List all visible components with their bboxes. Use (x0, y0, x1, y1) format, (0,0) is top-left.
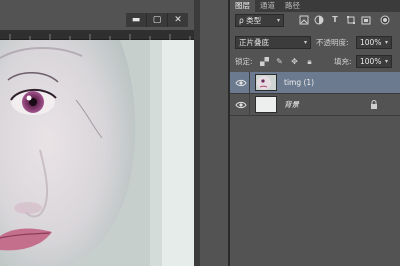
horizontal-ruler[interactable] (0, 30, 194, 40)
panel-tabs: 图层 通道 路径 (230, 0, 400, 12)
chevron-down-icon: ▾ (384, 58, 388, 65)
document-canvas[interactable] (0, 40, 194, 266)
eye-icon[interactable] (235, 100, 247, 110)
visibility-divider (249, 72, 250, 94)
filter-pixel-icon[interactable] (299, 15, 309, 25)
portrait-image (0, 40, 194, 266)
filter-type-icon[interactable]: T (330, 15, 340, 25)
close-icon: ✕ (174, 14, 182, 25)
lock-icon (370, 100, 378, 111)
layers-list: timg (1) 背景 (230, 72, 400, 266)
layer-row-background[interactable]: 背景 (230, 94, 400, 116)
layer-thumbnail[interactable] (255, 74, 277, 91)
tab-paths[interactable]: 路径 (280, 0, 305, 12)
tab-layers[interactable]: 图层 (230, 0, 255, 12)
filter-smart-object-icon[interactable] (361, 15, 371, 25)
lock-image-pixels-icon[interactable]: ✎ (275, 57, 284, 67)
visibility-eye-graphic (235, 79, 247, 87)
toggle-circle-icon (380, 15, 390, 25)
layer-thumbnail[interactable] (255, 96, 277, 113)
opacity-label: 不透明度: (316, 38, 349, 47)
layer-row-timg[interactable]: timg (1) (230, 72, 400, 94)
lock-all-icon[interactable]: 🔒︎ (305, 57, 314, 67)
fill-label: 填充: (334, 57, 352, 66)
filter-toggle-icon[interactable] (380, 15, 390, 25)
smart-object-icon (361, 16, 371, 25)
eye-icon[interactable] (235, 78, 247, 88)
layer-name[interactable]: timg (1) (284, 72, 314, 94)
document-window-chrome: ▬ ▢ ✕ (0, 0, 194, 40)
shape-icon (347, 16, 355, 24)
restore-icon: ▢ (152, 14, 162, 25)
restore-button[interactable]: ▢ (146, 13, 167, 27)
chevron-down-icon: ▾ (303, 39, 307, 46)
tab-channels[interactable]: 通道 (255, 0, 280, 12)
opacity-field[interactable]: 100% ▾ (356, 36, 392, 49)
layer-name[interactable]: 背景 (284, 94, 299, 116)
lock-position-icon[interactable]: ✥ (290, 57, 299, 67)
fill-value: 100% (360, 57, 382, 66)
filter-adjustment-icon[interactable] (314, 15, 324, 25)
layer-filter-dropdown[interactable]: ρ 类型 ▾ (235, 14, 284, 27)
thumbnail-portrait (256, 75, 276, 90)
chevron-down-icon: ▾ (384, 39, 388, 46)
filter-shape-icon[interactable] (346, 15, 356, 25)
close-button[interactable]: ✕ (167, 13, 188, 27)
minimize-icon: ▬ (131, 14, 141, 25)
opacity-value: 100% (360, 38, 382, 47)
visibility-eye-graphic (235, 101, 247, 109)
chevron-down-icon: ▾ (276, 17, 280, 24)
blend-mode-dropdown[interactable]: 正片叠底 ▾ (235, 36, 311, 49)
collapsed-panel-strip (200, 0, 228, 266)
lock-transparent-pixels-icon[interactable] (260, 57, 269, 67)
adjustment-circle-icon (314, 15, 324, 25)
padlock-graphic (371, 100, 377, 109)
window-controls: ▬ ▢ ✕ (126, 13, 188, 27)
minimize-button[interactable]: ▬ (126, 13, 146, 27)
ruler-ticks (9, 34, 191, 40)
image-icon (299, 15, 309, 25)
checker-icon (260, 57, 269, 66)
lock-label: 锁定: (235, 57, 253, 66)
layers-panel: 图层 通道 路径 ρ 类型 ▾ T 正片叠底 ▾ 不透明度: 100% ▾ 锁定… (230, 0, 400, 266)
filter-kind-label: ρ 类型 (239, 16, 262, 25)
fill-field[interactable]: 100% ▾ (356, 55, 392, 68)
blend-mode-value: 正片叠底 (239, 38, 269, 47)
visibility-divider (249, 94, 250, 116)
